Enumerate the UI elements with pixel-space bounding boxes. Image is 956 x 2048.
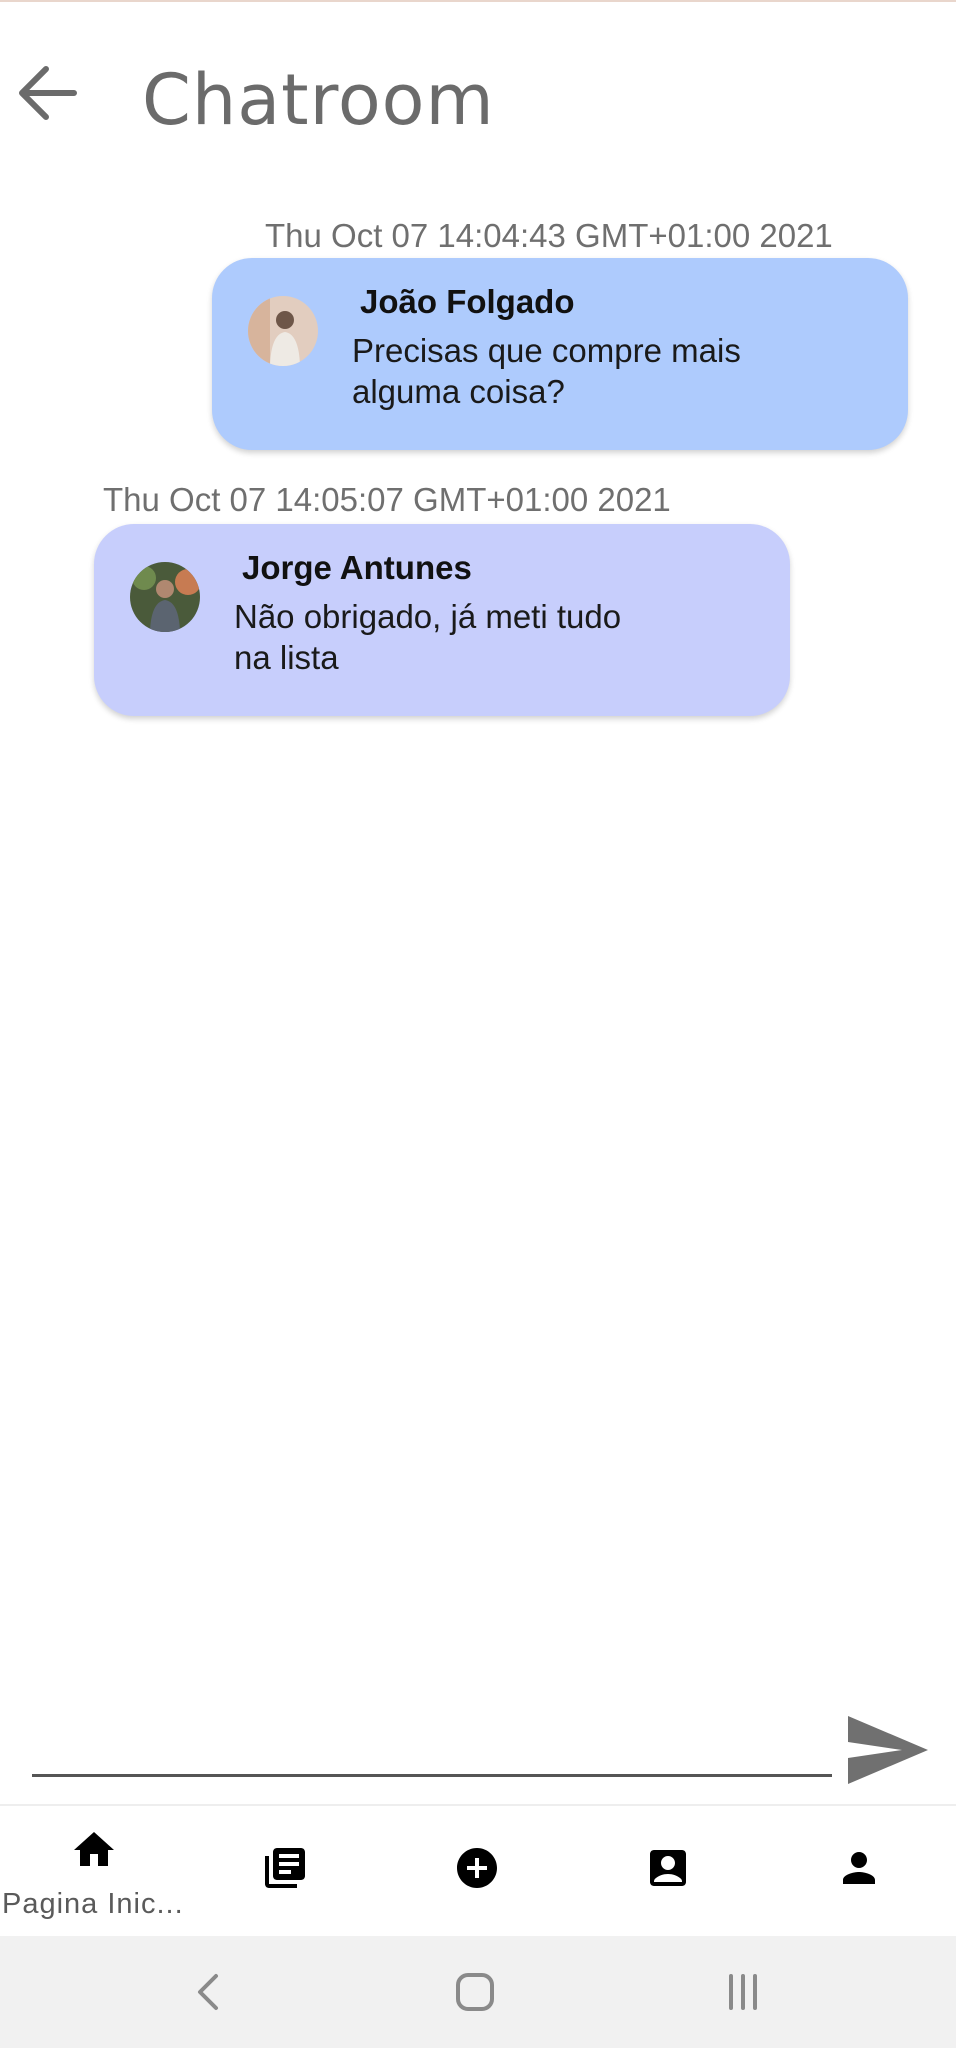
chatroom-screen: Chatroom Thu Oct 07 14:04:43 GMT+01:00 2… xyxy=(0,0,956,2048)
status-divider xyxy=(0,0,956,2)
sender-name: João Folgado xyxy=(360,283,575,320)
message-timestamp: Thu Oct 07 14:05:07 GMT+01:00 2021 xyxy=(103,481,671,518)
home-icon xyxy=(74,1832,114,1866)
avatar-photo xyxy=(248,296,318,366)
system-back-icon xyxy=(198,1974,218,2010)
person-icon xyxy=(843,1852,875,1884)
system-recents-icon xyxy=(729,1974,757,2010)
nav-item-home[interactable]: Pagina Inic... xyxy=(0,1806,191,1936)
message-input[interactable] xyxy=(32,1722,832,1774)
system-home-icon xyxy=(456,1973,494,2011)
arrow-left-icon xyxy=(19,66,77,120)
sender-name: Jorge Antunes xyxy=(242,549,472,586)
message-input-underline xyxy=(32,1774,832,1777)
avatar[interactable] xyxy=(130,562,200,632)
system-navigation-bar xyxy=(0,1936,956,2048)
nav-item-profile[interactable] xyxy=(764,1806,955,1936)
list-icon xyxy=(265,1848,305,1888)
message-bubble-sent[interactable]: João Folgado Precisas que compre mais al… xyxy=(212,258,908,450)
page-title: Chatroom xyxy=(142,59,495,141)
bottom-navigation: Pagina Inic... xyxy=(0,1806,956,1936)
nav-item-add[interactable] xyxy=(382,1806,573,1936)
avatar-photo xyxy=(130,562,200,632)
system-home-button[interactable] xyxy=(439,1956,511,2028)
send-button[interactable] xyxy=(846,1714,930,1786)
send-icon xyxy=(848,1716,928,1784)
add-circle-icon xyxy=(457,1848,497,1888)
message-bubble-received[interactable]: Jorge Antunes Não obrigado, já meti tudo… xyxy=(94,524,790,716)
nav-label-home: Pagina Inic... xyxy=(2,1888,184,1920)
system-back-button[interactable] xyxy=(172,1956,244,2028)
nav-item-contacts[interactable] xyxy=(573,1806,764,1936)
avatar[interactable] xyxy=(248,296,318,366)
message-text: Precisas que compre mais alguma coisa? xyxy=(352,332,741,410)
system-recents-button[interactable] xyxy=(707,1956,779,2028)
nav-item-list[interactable] xyxy=(191,1806,382,1936)
message-text: Não obrigado, já meti tudo na lista xyxy=(234,598,622,676)
back-button[interactable] xyxy=(12,58,82,128)
contact-card-icon xyxy=(650,1850,686,1886)
message-timestamp: Thu Oct 07 14:04:43 GMT+01:00 2021 xyxy=(265,217,833,254)
